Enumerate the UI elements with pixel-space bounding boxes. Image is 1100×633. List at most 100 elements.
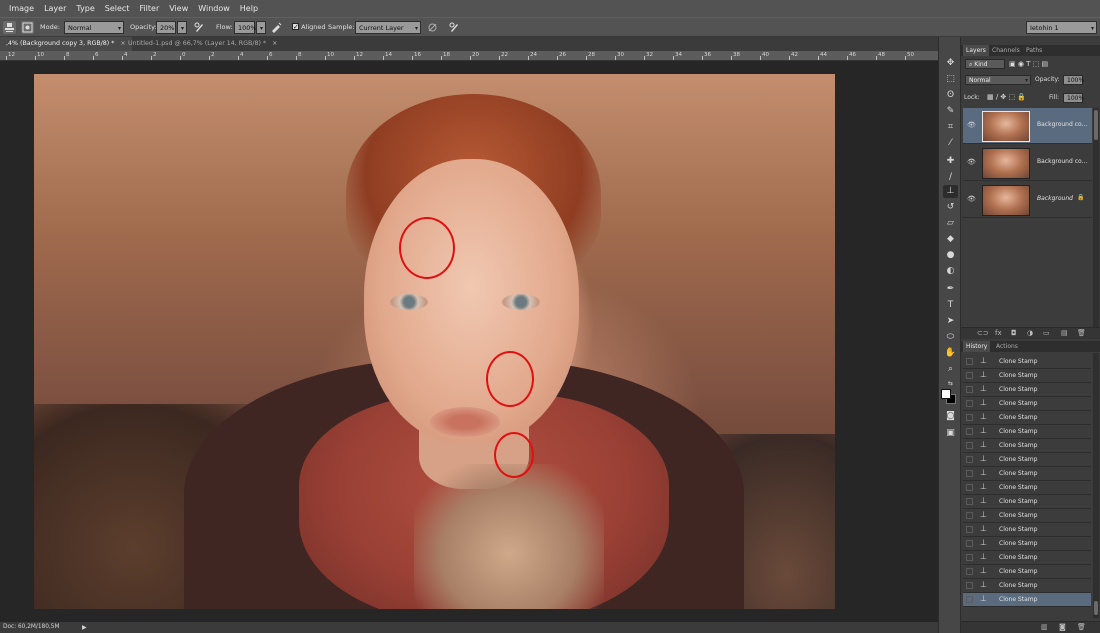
history-source-checkbox[interactable]	[966, 358, 973, 365]
menu-layer[interactable]: Layer	[39, 0, 71, 17]
opacity-slider-toggle[interactable]	[177, 21, 187, 35]
history-source-checkbox[interactable]	[966, 372, 973, 379]
tab-layers[interactable]: Layers	[963, 45, 989, 56]
history-state-row[interactable]: ⊥ Clone Stamp	[963, 453, 1091, 467]
history-state-row[interactable]: ⊥ Clone Stamp	[963, 369, 1091, 383]
layer-opacity-input[interactable]: 100%	[1063, 75, 1084, 85]
visibility-eye-icon[interactable]: 👁	[967, 121, 976, 129]
snapshot-icon[interactable]: ◙	[1059, 623, 1066, 631]
history-source-checkbox[interactable]	[966, 400, 973, 407]
opacity-input[interactable]: 20%	[156, 21, 176, 34]
blur-tool-icon[interactable]: ●	[943, 249, 958, 262]
new-group-icon[interactable]: ▭	[1043, 329, 1050, 337]
new-layer-icon[interactable]: ▤	[1061, 329, 1068, 337]
tab-paths[interactable]: Paths	[1023, 45, 1045, 56]
zoom-tool-icon[interactable]: ⌕	[943, 363, 958, 376]
screen-mode-icon[interactable]: ▣	[943, 427, 958, 440]
add-mask-icon[interactable]: ◘	[1011, 329, 1017, 337]
history-source-checkbox[interactable]	[966, 512, 973, 519]
menu-type[interactable]: Type	[71, 0, 99, 17]
canvas-area[interactable]	[0, 61, 938, 622]
ellipse-tool-icon[interactable]: ⬭	[943, 331, 958, 344]
history-source-checkbox[interactable]	[966, 596, 973, 603]
pressure-opacity-icon[interactable]	[193, 21, 206, 34]
menu-help[interactable]: Help	[235, 0, 263, 17]
tab-actions[interactable]: Actions	[993, 341, 1021, 352]
status-menu-arrow-icon[interactable]: ▶	[82, 622, 87, 633]
flow-input[interactable]: 100%	[234, 21, 257, 34]
layers-scrollbar[interactable]	[1093, 108, 1099, 328]
path-selection-tool-icon[interactable]: ➤	[943, 315, 958, 328]
paint-bucket-tool-icon[interactable]: ◆	[943, 233, 958, 246]
layer-row[interactable]: 👁 Background 🔒	[963, 182, 1092, 218]
layer-row[interactable]: 👁 Background co...	[963, 108, 1092, 144]
new-document-from-state-icon[interactable]: ▥	[1041, 623, 1048, 631]
tab-untitled-1[interactable]: Untitled-1.psd @ 66,7% (Layer 14, RGB/8)…	[122, 37, 283, 51]
history-source-checkbox[interactable]	[966, 484, 973, 491]
airbrush-icon[interactable]	[270, 21, 283, 34]
history-state-row[interactable]: ⊥ Clone Stamp	[963, 495, 1091, 509]
eraser-tool-icon[interactable]: ▱	[943, 217, 958, 230]
history-state-row[interactable]: ⊥ Clone Stamp	[963, 593, 1091, 607]
history-source-checkbox[interactable]	[966, 414, 973, 421]
history-state-row[interactable]: ⊥ Clone Stamp	[963, 411, 1091, 425]
history-source-checkbox[interactable]	[966, 386, 973, 393]
layer-row[interactable]: 👁 Background co...	[963, 145, 1092, 181]
history-source-checkbox[interactable]	[966, 554, 973, 561]
clone-stamp-tool-preset-icon[interactable]	[3, 21, 16, 34]
adjustment-layer-icon[interactable]: ◑	[1027, 329, 1033, 337]
blend-mode-select[interactable]: Normal	[965, 75, 1031, 86]
history-state-row[interactable]: ⊥ Clone Stamp	[963, 425, 1091, 439]
history-state-row[interactable]: ⊥ Clone Stamp	[963, 551, 1091, 565]
brush-preset-picker-icon[interactable]	[21, 21, 34, 34]
visibility-eye-icon[interactable]: 👁	[967, 158, 976, 166]
clone-stamp-tool-icon[interactable]: ⊥	[943, 185, 958, 198]
history-state-row[interactable]: ⊥ Clone Stamp	[963, 481, 1091, 495]
tab-channels[interactable]: Channels	[989, 45, 1023, 56]
history-source-checkbox[interactable]	[966, 470, 973, 477]
flow-slider-toggle[interactable]	[256, 21, 266, 35]
menu-image[interactable]: Image	[4, 0, 39, 17]
menu-view[interactable]: View	[164, 0, 193, 17]
history-source-checkbox[interactable]	[966, 428, 973, 435]
lock-icons[interactable]: ▦ ∕ ✥ ⬚ 🔒	[987, 92, 1026, 103]
aligned-checkbox[interactable]	[292, 21, 299, 34]
pen-tool-icon[interactable]: ✒	[943, 283, 958, 296]
history-source-checkbox[interactable]	[966, 498, 973, 505]
quick-selection-tool-icon[interactable]: ✎	[943, 105, 958, 118]
visibility-eye-icon[interactable]: 👁	[967, 195, 976, 203]
history-state-row[interactable]: ⊥ Clone Stamp	[963, 467, 1091, 481]
history-source-checkbox[interactable]	[966, 442, 973, 449]
history-state-row[interactable]: ⊥ Clone Stamp	[963, 565, 1091, 579]
type-tool-icon[interactable]: T	[943, 299, 958, 312]
history-state-row[interactable]: ⊥ Clone Stamp	[963, 579, 1091, 593]
hand-tool-icon[interactable]: ✋	[943, 347, 958, 360]
aligned-checkbox-group[interactable]: Aligned	[292, 21, 326, 34]
dodge-tool-icon[interactable]: ◐	[943, 265, 958, 278]
mode-select[interactable]: Normal	[64, 21, 124, 35]
layer-filter-icons[interactable]: ▣ ◉ T ⬚ ▤	[1009, 59, 1048, 70]
history-source-checkbox[interactable]	[966, 456, 973, 463]
eyedropper-tool-icon[interactable]: ⁄	[943, 137, 958, 150]
crop-tool-icon[interactable]: ⌗	[943, 121, 958, 134]
brush-tool-icon[interactable]: ∕	[943, 171, 958, 184]
history-state-row[interactable]: ⊥ Clone Stamp	[963, 537, 1091, 551]
foreground-color-swatch[interactable]	[941, 389, 951, 399]
document-photo[interactable]	[34, 74, 835, 609]
history-source-checkbox[interactable]	[966, 582, 973, 589]
menu-window[interactable]: Window	[193, 0, 235, 17]
move-tool-icon[interactable]: ✥	[943, 57, 958, 70]
layer-filter-kind[interactable]: ⌕ Kind	[965, 59, 1005, 69]
menu-filter[interactable]: Filter	[134, 0, 164, 17]
history-source-checkbox[interactable]	[966, 526, 973, 533]
pressure-size-icon[interactable]	[448, 21, 461, 34]
history-scrollbar[interactable]	[1093, 353, 1099, 618]
history-state-row[interactable]: ⊥ Clone Stamp	[963, 509, 1091, 523]
tab-background-copy-3[interactable]: ,4% (Background copy 3, RGB/8) * ×	[0, 37, 132, 51]
history-source-checkbox[interactable]	[966, 568, 973, 575]
delete-layer-icon[interactable]: 🗑	[1077, 329, 1086, 337]
ignore-adjustment-layers-icon[interactable]	[426, 21, 439, 34]
menu-select[interactable]: Select	[100, 0, 135, 17]
quick-mask-icon[interactable]: ◙	[943, 410, 958, 423]
tab-history[interactable]: History	[963, 341, 991, 352]
